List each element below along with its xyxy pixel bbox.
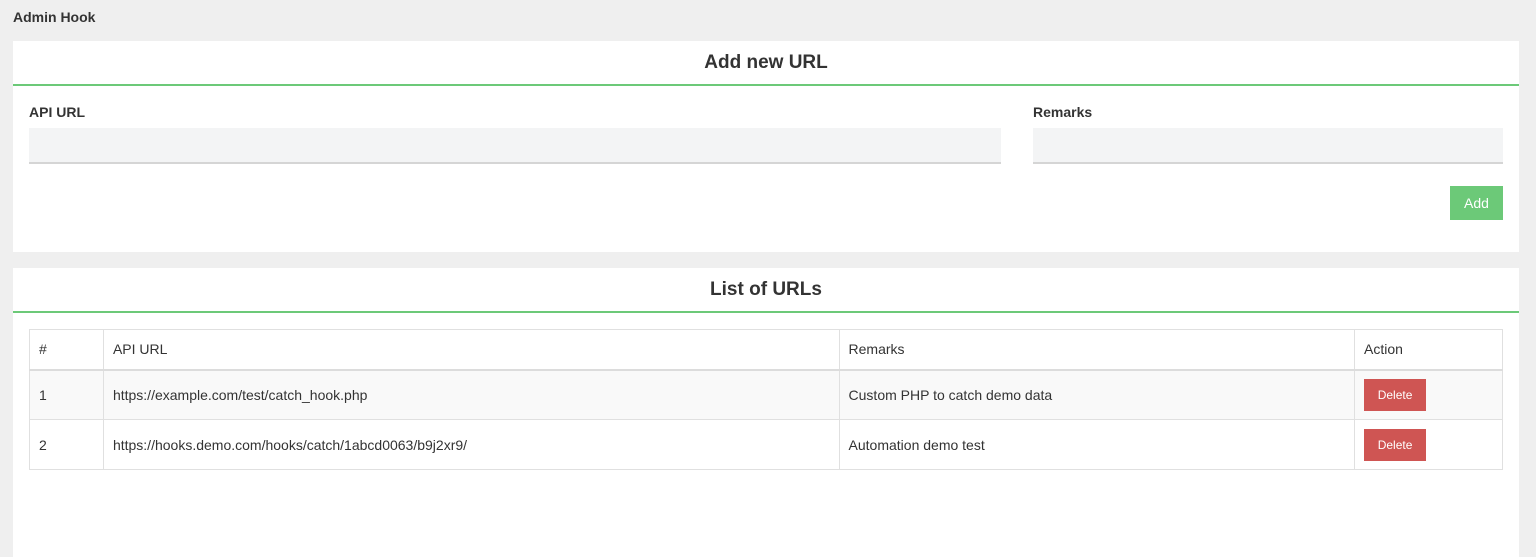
remarks-label: Remarks [1033,104,1093,120]
row-action: Delete [1354,369,1503,420]
url-table: # API URL Remarks Action 1 https://examp… [29,329,1503,470]
remarks-input[interactable] [1033,128,1503,164]
row-remarks: Custom PHP to catch demo data [838,369,1356,420]
add-url-panel: Add new URL API URL Remarks Add [13,41,1519,252]
row-api-url: https://hooks.demo.com/hooks/catch/1abcd… [102,419,840,470]
row-remarks: Automation demo test [838,419,1356,470]
table-row: 2 https://hooks.demo.com/hooks/catch/1ab… [29,419,1503,470]
add-url-heading: Add new URL [13,41,1519,86]
column-header-remarks: Remarks [838,329,1356,371]
column-header-action: Action [1354,329,1503,371]
column-header-api-url: API URL [102,329,840,371]
url-list-panel: List of URLs # API URL Remarks Action 1 … [13,268,1519,557]
api-url-label: API URL [29,104,85,120]
row-action: Delete [1354,419,1503,470]
row-number: 2 [29,419,104,470]
add-button[interactable]: Add [1450,186,1503,220]
table-row: 1 https://example.com/test/catch_hook.ph… [29,369,1503,420]
table-header-row: # API URL Remarks Action [29,329,1503,371]
column-header-number: # [29,329,104,371]
page-title: Admin Hook [13,9,96,25]
row-number: 1 [29,369,104,420]
api-url-input[interactable] [29,128,1001,164]
url-list-heading: List of URLs [13,268,1519,313]
delete-button[interactable]: Delete [1364,428,1427,461]
delete-button[interactable]: Delete [1364,378,1427,411]
row-api-url: https://example.com/test/catch_hook.php [102,369,840,420]
